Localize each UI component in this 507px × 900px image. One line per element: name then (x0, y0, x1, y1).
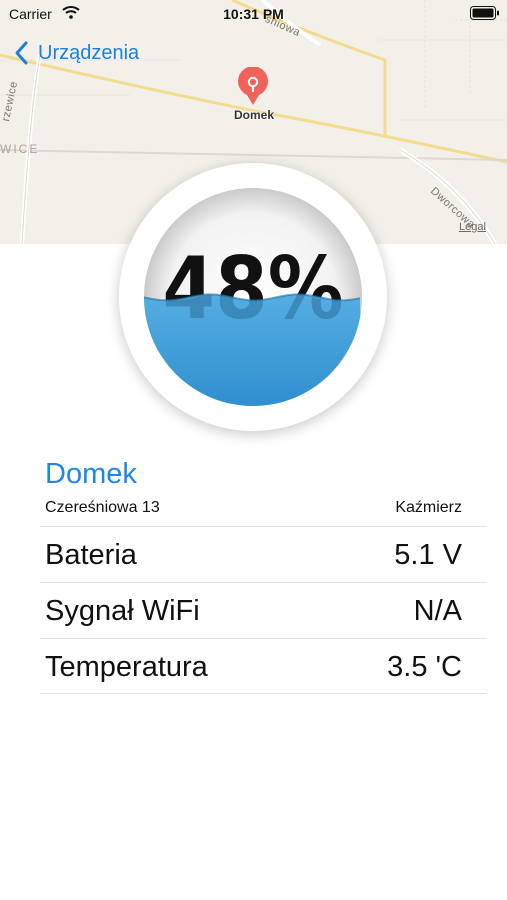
back-label: Urządzenia (38, 41, 140, 64)
device-name: Domek (45, 458, 137, 490)
device-address: Czereśniowa 13 (45, 499, 160, 516)
list-item-temperature: Temperatura 3.5 'C (40, 638, 487, 694)
legal-link[interactable]: Legal (459, 221, 486, 233)
battery-icon (470, 6, 500, 25)
status-bar: Carrier 10:31 PM (0, 0, 507, 28)
level-gauge: 48% 48% (144, 188, 362, 406)
district-label: WICE (0, 142, 40, 156)
list-item-wifi: Sygnał WiFi N/A (40, 582, 487, 638)
list-item-battery: Bateria 5.1 V (40, 526, 487, 582)
map-pin-icon[interactable] (236, 66, 270, 107)
clock: 10:31 PM (223, 6, 284, 22)
back-button[interactable]: Urządzenia (12, 38, 139, 68)
row-value: 5.1 V (394, 539, 462, 571)
row-label: Bateria (45, 539, 137, 571)
chevron-left-icon (15, 41, 28, 65)
device-stats-list: Bateria 5.1 V Sygnał WiFi N/A Temperatur… (40, 526, 487, 694)
row-label: Temperatura (45, 651, 208, 683)
row-label: Sygnał WiFi (45, 595, 200, 627)
row-value: N/A (413, 595, 462, 627)
map-pin-label: Domek (233, 108, 274, 122)
device-city: Kaźmierz (395, 499, 462, 516)
row-value: 3.5 'C (387, 651, 462, 683)
